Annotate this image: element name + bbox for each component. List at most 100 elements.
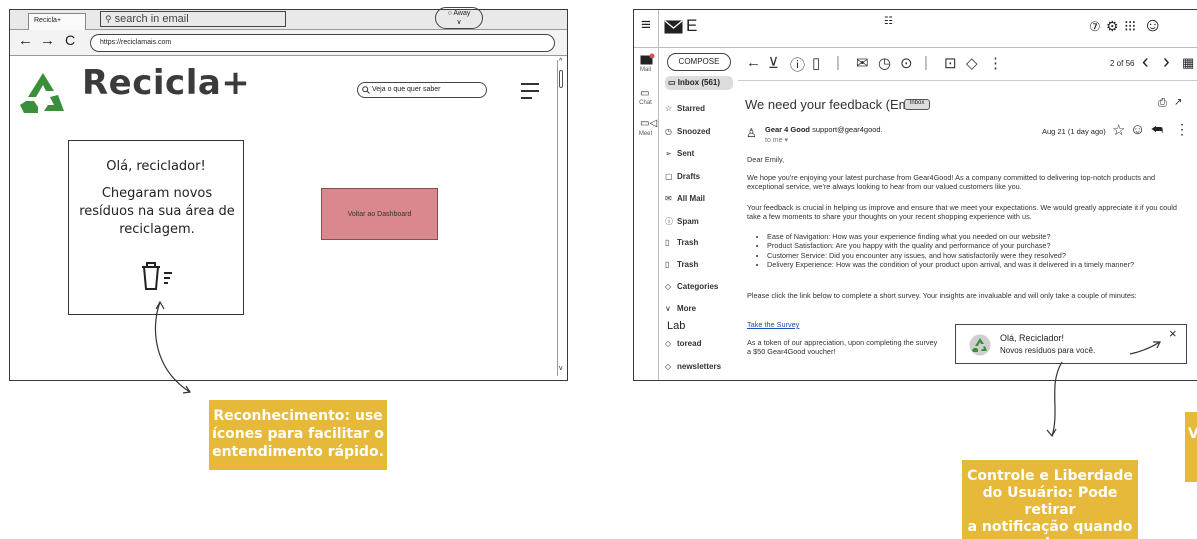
sender-line: Gear 4 Good support@gear4good. [765, 125, 883, 134]
recipient-line[interactable]: to me ▾ [765, 136, 788, 144]
forward-icon[interactable]: → [40, 32, 55, 49]
url-bar[interactable]: https://reciclamais.com [90, 34, 555, 52]
sidebar-item-trash[interactable]: ▯ Trash [665, 260, 698, 269]
chevron-down-icon: ∨ [665, 304, 671, 313]
toolbar-divider: | [836, 54, 840, 71]
sidebar-item-snoozed[interactable]: ◷ Snoozed [665, 127, 710, 136]
sidebar-item-label: Sent [677, 149, 695, 158]
status-label: Away [453, 10, 471, 17]
note-line: V [1188, 426, 1197, 442]
sidebar-item-label: All Mail [677, 194, 706, 203]
back-icon[interactable]: ← [18, 32, 33, 49]
meet-icon[interactable]: ▭◁ [640, 118, 657, 129]
scroll-down-icon[interactable]: v [559, 365, 563, 372]
report-spam-icon[interactable]: ⓘ [790, 54, 805, 75]
to-me-label: to me [765, 137, 783, 144]
app-rail [634, 10, 659, 380]
email-date: Aug 21 (1 day ago) [1042, 127, 1106, 136]
sidebar-item-drafts[interactable]: ▢ Drafts [665, 172, 700, 181]
email-bullet-list: Ease of Navigation: How was your experie… [767, 232, 1177, 270]
recycle-icon [969, 334, 991, 356]
scroll-thumb[interactable] [559, 70, 563, 88]
annotation-arrow [1129, 341, 1161, 355]
star-icon[interactable]: ☆ [1112, 121, 1125, 139]
email-greeting: Dear Emily, [747, 155, 785, 164]
account-avatar-icon[interactable]: ☺ [1143, 15, 1162, 37]
snooze-icon[interactable]: ◷ [878, 54, 891, 72]
mail-rail-icon[interactable] [640, 53, 655, 65]
archive-icon[interactable]: ⊻ [768, 54, 779, 72]
chat-icon[interactable]: ▭ [640, 88, 649, 99]
rail-chat-label[interactable]: Chat [633, 100, 658, 106]
settings-icon[interactable]: ⚙ [1106, 18, 1119, 35]
toolbar-divider: | [924, 54, 928, 71]
sidebar-item-spam[interactable]: ⓘ Spam [665, 216, 699, 227]
toast-title: Olá, Reciclador! [1000, 333, 1065, 343]
keyboard-icon[interactable]: ▦ [1182, 55, 1194, 71]
label-icon: ◇ [665, 282, 672, 291]
pager-prev-icon[interactable]: ‹ [1142, 51, 1149, 74]
open-new-window-icon[interactable]: ↗ [1174, 97, 1182, 108]
sidebar-item-label: Drafts [677, 172, 701, 181]
back-arrow-icon[interactable]: ← [746, 54, 761, 71]
annotation-arrow [1046, 361, 1063, 438]
compose-button[interactable]: COMPOSE [667, 53, 731, 71]
browser-tab[interactable]: Recicla+ [28, 13, 86, 30]
sidebar-item-all-mail[interactable]: ✉ All Mail [665, 194, 705, 203]
sidebar-item-label: Starred [677, 104, 706, 113]
lab-heading: Lab [667, 320, 686, 332]
search-options-icon[interactable]: ☷ [884, 16, 893, 27]
list-item: Customer Service: Did you encounter any … [767, 251, 1177, 260]
mark-unread-icon[interactable]: ✉ [856, 54, 869, 72]
spam-icon: ⓘ [665, 217, 673, 226]
sidebar-item-categories[interactable]: ◇ Categories [665, 282, 718, 291]
sticky-note-user-control: Controle e Liberdade do Usuário: Pode re… [962, 460, 1138, 539]
scrollbar[interactable]: ^ v [557, 58, 565, 376]
reply-icon[interactable]: ⮪ [1151, 122, 1163, 138]
email-paragraph: As a token of our appreciation, upon com… [747, 338, 938, 347]
sidebar-item-starred[interactable]: ☆ Starred [665, 104, 705, 113]
rail-mail-label[interactable]: Mail [633, 67, 658, 73]
move-to-icon[interactable]: ⊡ [944, 54, 957, 72]
email-search-input[interactable]: ⚲ search in email [100, 11, 286, 27]
send-icon: ➢ [665, 149, 672, 158]
scroll-up-icon[interactable]: ^ [559, 58, 562, 65]
browser-tab-bar: Recicla+ [10, 10, 567, 30]
recycle-logo-icon [20, 73, 64, 113]
print-icon[interactable]: ⎙ [1158, 97, 1167, 110]
email-subject: We need your feedback (Em [745, 97, 910, 112]
sidebar-item-trash[interactable]: ▯ Trash [665, 238, 698, 247]
back-to-dashboard-button[interactable]: Voltar ao Dashboard [321, 188, 438, 240]
notification-card: Olá, reciclador! Chegaram novos resíduos… [68, 140, 244, 315]
status-circle-icon: ○ [447, 10, 452, 17]
label-icon[interactable]: ◇ [966, 54, 978, 72]
sidebar-item-label: Snoozed [677, 127, 711, 136]
add-task-icon[interactable]: ⊙ [900, 54, 913, 72]
sidebar-item-label: Categories [677, 282, 719, 291]
help-icon[interactable]: ⑦ [1089, 19, 1101, 35]
pager-next-icon[interactable]: › [1163, 51, 1170, 74]
more-options-icon[interactable]: ⋮ [988, 54, 1003, 72]
all-mail-icon: ✉ [665, 194, 672, 203]
rail-meet-label[interactable]: Meet [633, 131, 658, 137]
sidebar-item-sent[interactable]: ➢ Sent [665, 149, 694, 158]
sidebar-item-more[interactable]: ∨ More [665, 304, 696, 313]
site-search-input[interactable]: Veja o que quer saber [357, 82, 487, 98]
survey-link[interactable]: Take the Survey [747, 320, 799, 329]
inbox-badge[interactable]: Inbox [904, 99, 930, 110]
status-dropdown[interactable]: ○ Away ∨ [435, 7, 483, 29]
label-item-toread[interactable]: ◇ toread [665, 339, 701, 348]
main-menu-icon[interactable]: ≡ [641, 15, 651, 35]
sidebar-item-inbox[interactable]: ▭ Inbox (561) [665, 76, 733, 90]
label-item-newsletters[interactable]: ◇ newsletters [665, 362, 721, 371]
close-icon[interactable]: × [1169, 326, 1177, 341]
star-icon: ☆ [665, 104, 673, 113]
hamburger-menu-icon[interactable] [521, 83, 539, 99]
apps-grid-icon[interactable]: ⁝⁝⁝ [1124, 17, 1136, 35]
reload-icon[interactable]: C [65, 32, 75, 48]
emoji-react-icon[interactable]: ☺ [1130, 121, 1145, 138]
more-vert-icon[interactable]: ⋮ [1175, 121, 1189, 138]
note-line: Reconhecimento: use [213, 408, 383, 424]
clock-icon: ◷ [665, 127, 672, 136]
delete-icon[interactable]: ▯ [812, 54, 820, 72]
